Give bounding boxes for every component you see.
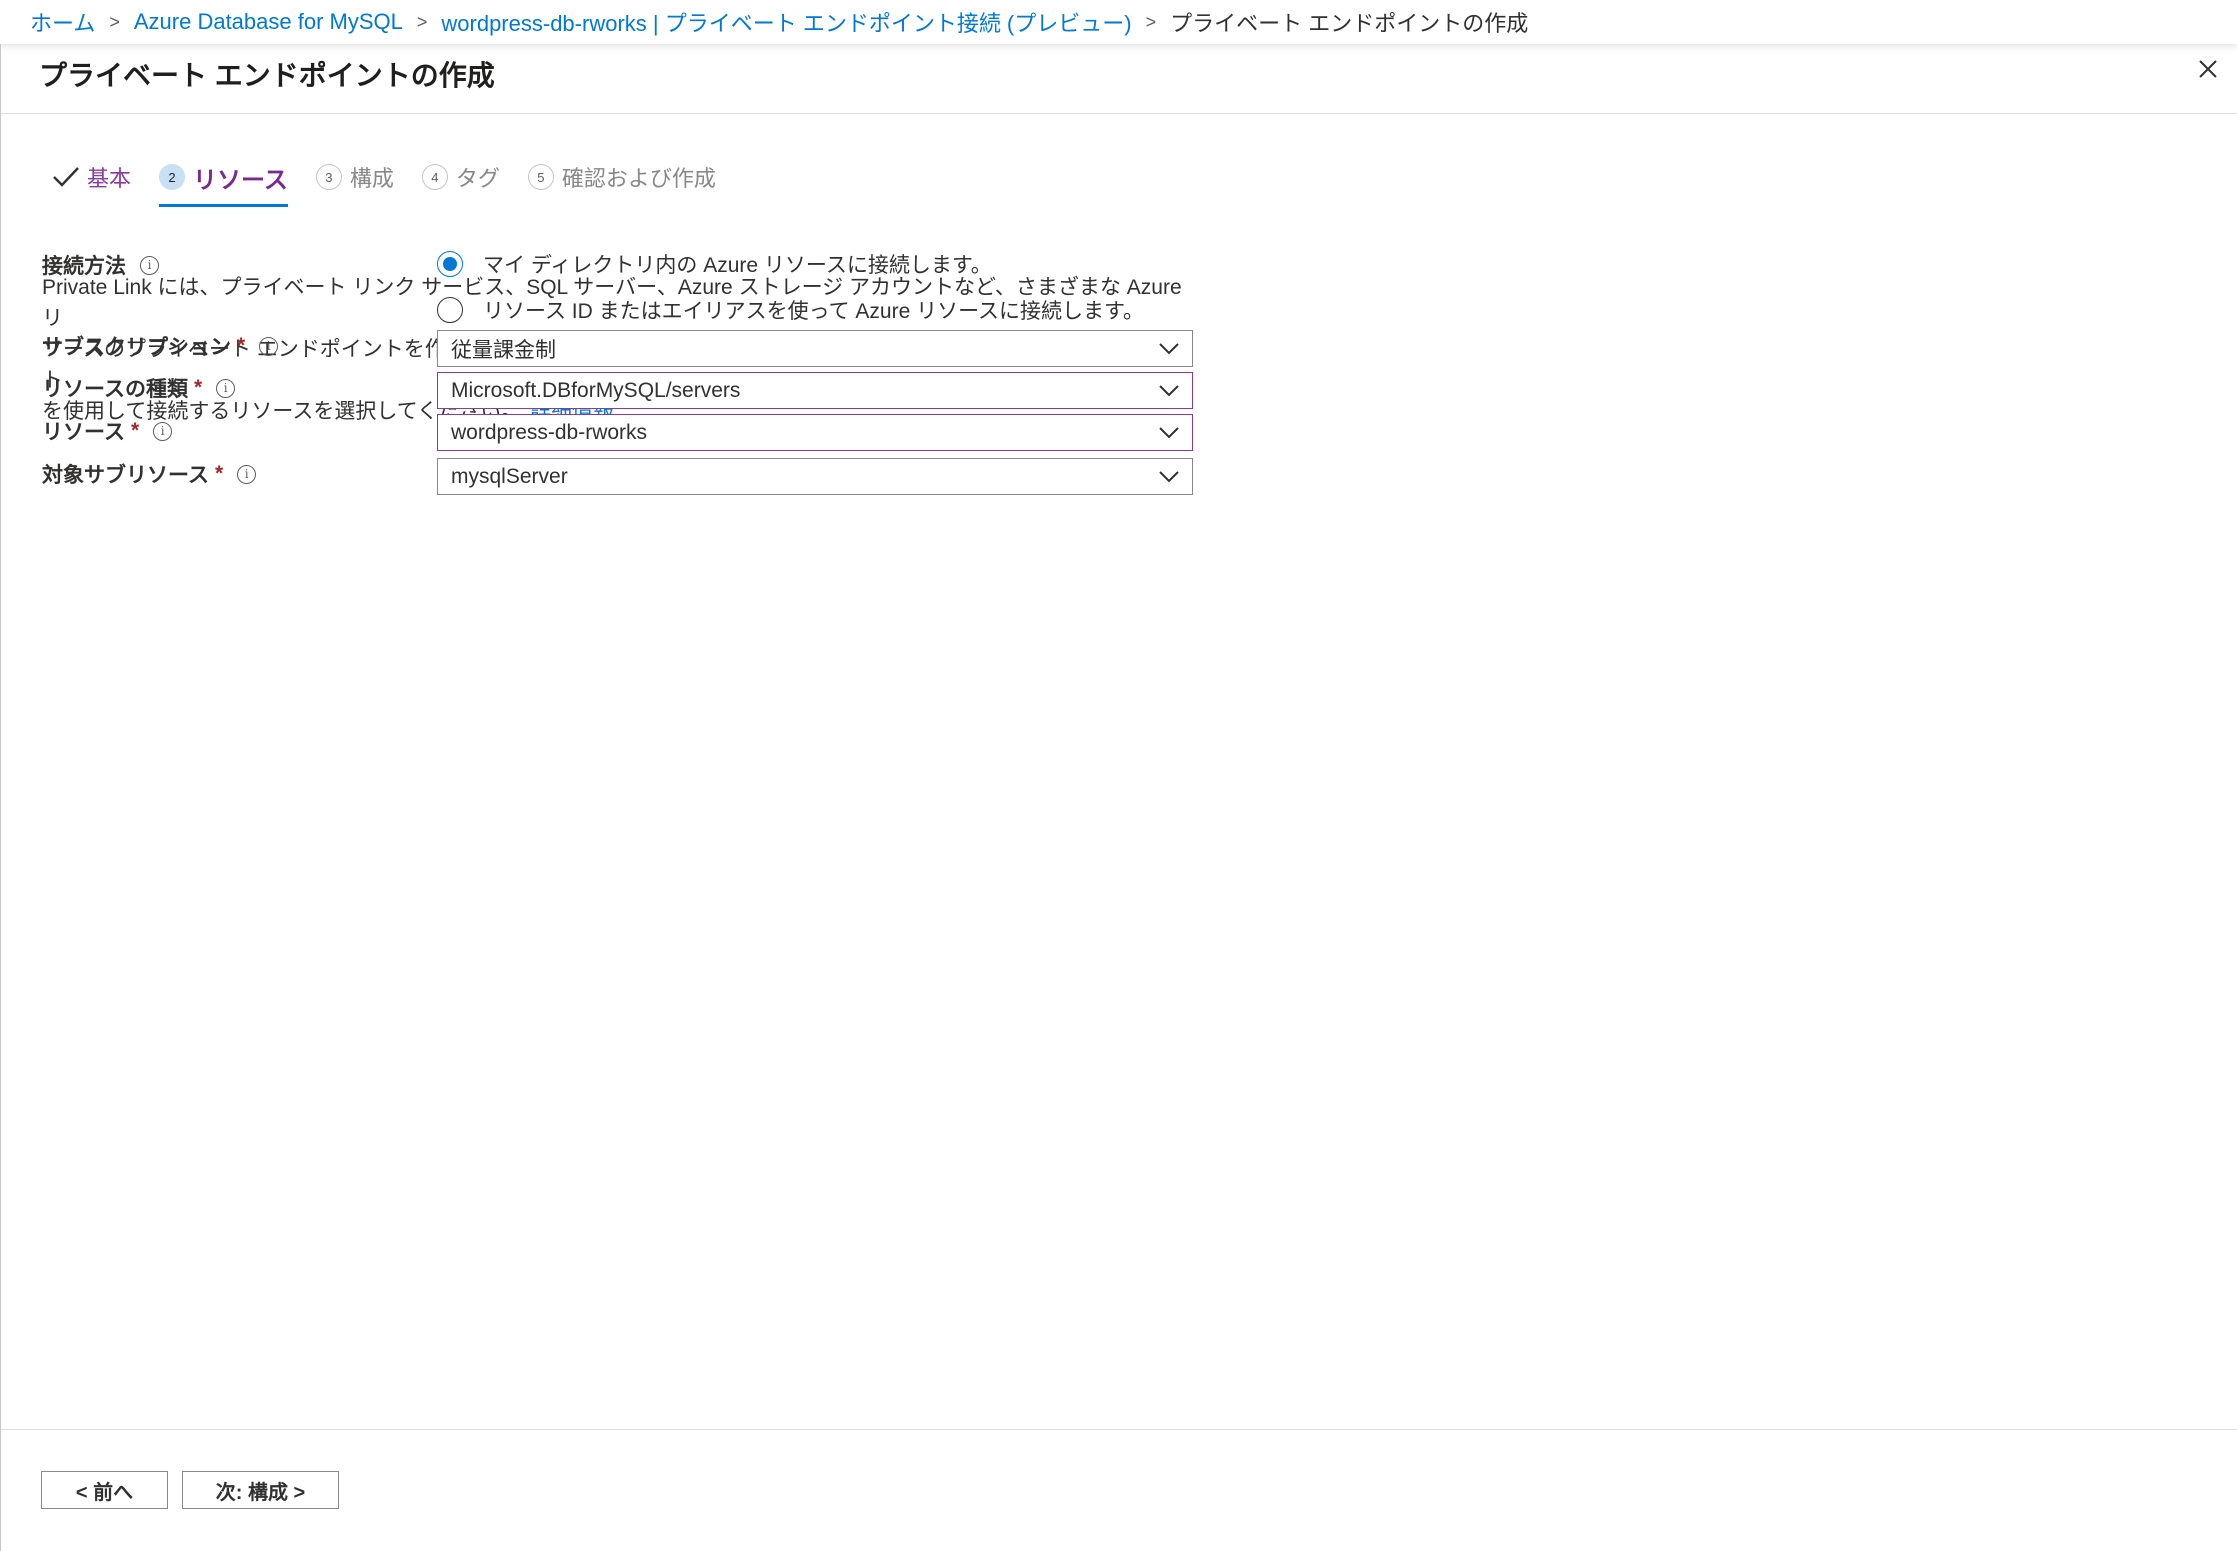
tab-resources-label: リソース: [193, 166, 288, 194]
tab-tags-label: タグ: [455, 166, 500, 191]
breadcrumb-current: プライベート エンドポイントの作成: [1170, 11, 1529, 36]
target-subresource-label: 対象サブリソース * i: [42, 459, 257, 489]
label-text: サブスクリプション: [42, 336, 231, 359]
chevron-down-icon: [1159, 385, 1179, 397]
info-icon[interactable]: i: [216, 378, 236, 398]
tab-review-create[interactable]: 5 確認および作成: [527, 160, 716, 194]
connection-method-label: 接続方法 i: [42, 250, 159, 280]
resource-type-dropdown[interactable]: Microsoft.DBforMySQL/servers: [437, 372, 1193, 409]
next-configuration-button[interactable]: 次: 構成 >: [182, 1471, 339, 1509]
required-marker: *: [193, 376, 203, 399]
required-marker: *: [130, 419, 140, 442]
info-icon[interactable]: i: [153, 421, 173, 441]
tab-review-create-label: 確認および作成: [561, 166, 716, 191]
step-number: 5: [527, 164, 554, 190]
blade-panel: プライベート エンドポイントの作成 基本 2 リソース 3 構成 4 タグ 5 …: [0, 44, 2237, 1551]
tab-resources[interactable]: 2 リソース: [159, 160, 288, 207]
radio-connect-my-directory[interactable]: マイ ディレクトリ内の Azure リソースに接続します。: [437, 249, 992, 279]
info-icon[interactable]: i: [259, 336, 279, 356]
dropdown-value: wordpress-db-rworks: [451, 420, 648, 444]
info-icon[interactable]: i: [140, 255, 159, 275]
subscription-dropdown[interactable]: 従量課金制: [437, 330, 1193, 367]
radio-label: リソース ID またはエイリアスを使って Azure リソースに接続します。: [483, 300, 1144, 323]
footer-bar: < 前へ 次: 構成 >: [1, 1429, 2237, 1551]
tab-tags[interactable]: 4 タグ: [421, 160, 500, 194]
subscription-label: サブスクリプション * i: [42, 331, 279, 361]
radio-button[interactable]: [437, 297, 463, 323]
step-number: 4: [421, 164, 448, 190]
chevron-right-icon: >: [109, 11, 120, 32]
required-marker: *: [214, 462, 224, 485]
breadcrumb: ホーム > Azure Database for MySQL > wordpre…: [0, 0, 2237, 44]
title-row: プライベート エンドポイントの作成: [1, 44, 2237, 114]
radio-button[interactable]: [437, 251, 463, 277]
checkmark-icon: [53, 167, 79, 187]
breadcrumb-private-endpoint-connections[interactable]: wordpress-db-rworks | プライベート エンドポイント接続 (…: [441, 6, 1131, 38]
radio-connect-resource-id[interactable]: リソース ID またはエイリアスを使って Azure リソースに接続します。: [437, 295, 1144, 325]
wizard-tabs: 基本 2 リソース 3 構成 4 タグ 5 確認および作成: [51, 160, 744, 207]
tab-basics[interactable]: 基本: [51, 160, 131, 194]
breadcrumb-home[interactable]: ホーム: [30, 6, 95, 38]
chevron-down-icon: [1159, 471, 1179, 483]
resource-dropdown[interactable]: wordpress-db-rworks: [437, 414, 1193, 451]
tab-configuration-label: 構成: [349, 166, 394, 191]
label-text: 接続方法: [42, 255, 126, 278]
close-icon: [2199, 60, 2217, 78]
label-text: リソースの種類: [42, 378, 188, 401]
required-marker: *: [237, 334, 246, 357]
label-text: リソース: [42, 421, 125, 444]
tab-basics-label: 基本: [87, 166, 132, 191]
chevron-down-icon: [1159, 427, 1179, 439]
chevron-down-icon: [1159, 343, 1179, 355]
step-number: 2: [159, 164, 186, 190]
previous-button[interactable]: < 前へ: [41, 1471, 168, 1509]
dropdown-value: mysqlServer: [451, 464, 568, 488]
resource-type-label: リソースの種類 * i: [42, 373, 236, 403]
target-subresource-dropdown[interactable]: mysqlServer: [437, 458, 1193, 495]
dropdown-value: 従量課金制: [451, 338, 556, 362]
page-title: プライベート エンドポイントの作成: [39, 60, 495, 91]
info-icon[interactable]: i: [237, 464, 257, 484]
radio-label: マイ ディレクトリ内の Azure リソースに接続します。: [483, 254, 992, 277]
label-text: 対象サブリソース: [42, 464, 209, 487]
tab-configuration[interactable]: 3 構成: [315, 160, 394, 194]
close-button[interactable]: [2191, 52, 2225, 86]
step-number: 3: [315, 164, 342, 190]
resource-label: リソース * i: [42, 416, 173, 446]
chevron-right-icon: >: [1145, 11, 1157, 32]
chevron-right-icon: >: [416, 11, 428, 32]
breadcrumb-azure-mysql[interactable]: Azure Database for MySQL: [134, 9, 403, 35]
dropdown-value: Microsoft.DBforMySQL/servers: [451, 378, 741, 402]
